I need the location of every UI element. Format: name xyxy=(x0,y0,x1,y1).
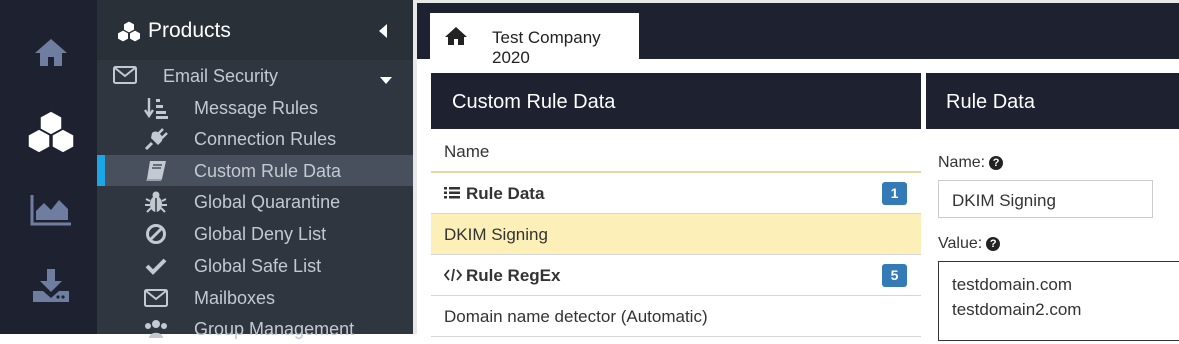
sidebar-item-global-safe-list[interactable]: Global Safe List xyxy=(97,250,413,281)
divider xyxy=(413,0,417,334)
home-icon xyxy=(444,26,468,51)
users-icon xyxy=(143,318,169,340)
list-item-label: Domain name detector (Automatic) xyxy=(444,307,708,326)
sidebar-title: Products xyxy=(148,19,231,42)
sidebar-item-label: Global Quarantine xyxy=(194,192,341,212)
list-item-label: DKIM Signing xyxy=(444,225,548,244)
chevron-down-icon xyxy=(380,77,392,84)
envelope-icon xyxy=(143,287,169,309)
area-chart-icon[interactable] xyxy=(24,183,78,237)
value-textarea[interactable]: testdomain.com testdomain2.com xyxy=(938,261,1179,341)
sidebar-item-global-quarantine[interactable]: Global Quarantine xyxy=(97,186,413,217)
sidebar-item-label: Global Safe List xyxy=(194,256,322,276)
count-badge: 5 xyxy=(882,264,907,287)
section-label: Email Security xyxy=(163,66,279,86)
sidebar-item-connection-rules[interactable]: Connection Rules xyxy=(97,123,413,154)
count-badge: 1 xyxy=(882,182,907,205)
sidebar-item-label: Message Rules xyxy=(194,98,319,118)
check-icon xyxy=(143,255,169,277)
code-icon xyxy=(443,268,463,287)
group-label: Rule RegEx xyxy=(466,266,561,285)
sidebar-header: Products xyxy=(97,0,413,60)
sidebar-item-group-management[interactable]: Group Management xyxy=(97,313,413,344)
group-row-rule-regex[interactable]: Rule RegEx 5 xyxy=(431,255,921,296)
tab-company[interactable]: Test Company 2020 xyxy=(430,13,639,67)
panel-header: Custom Rule Data xyxy=(431,73,921,129)
panel-header: Rule Data xyxy=(926,73,1179,129)
column-header-name: Name xyxy=(444,142,490,161)
envelope-icon xyxy=(113,66,137,89)
sidebar-item-label: Mailboxes xyxy=(194,288,276,308)
section-email-security[interactable]: Email Security xyxy=(97,60,413,92)
value-field-label: Value:? xyxy=(938,235,1001,253)
panel-title: Rule Data xyxy=(946,91,1035,113)
help-icon[interactable]: ? xyxy=(989,156,1004,170)
book-icon xyxy=(143,160,169,182)
ban-icon xyxy=(143,223,169,245)
list-item[interactable]: DKIM Signing xyxy=(431,214,921,255)
plug-icon xyxy=(143,128,169,150)
divider xyxy=(413,0,1179,3)
sidebar-item-mailboxes[interactable]: Mailboxes xyxy=(97,282,413,313)
cubes-icon xyxy=(116,20,142,47)
list-icon xyxy=(444,186,460,205)
sort-list-icon xyxy=(143,97,169,119)
rule-data-panel: Rule Data Name:? DKIM Signing Value:? te… xyxy=(926,73,1179,341)
sidebar-item-global-deny-list[interactable]: Global Deny List xyxy=(97,218,413,249)
products-cubes-icon[interactable] xyxy=(24,104,78,158)
sidebar-item-label: Connection Rules xyxy=(194,129,337,149)
sidebar-item-label: Global Deny List xyxy=(194,224,327,244)
download-icon[interactable] xyxy=(24,258,78,312)
panel-title: Custom Rule Data xyxy=(452,91,616,113)
custom-rule-data-panel: Custom Rule Data Name Rule Data 1 DKIM S… xyxy=(431,73,921,337)
group-label: Rule Data xyxy=(466,184,545,203)
name-label-text: Name: xyxy=(938,154,986,171)
value-label-text: Value: xyxy=(938,235,983,252)
sidebar-item-label: Group Management xyxy=(194,319,355,339)
group-row-rule-data[interactable]: Rule Data 1 xyxy=(431,173,921,214)
list-item[interactable]: Domain name detector (Automatic) xyxy=(431,296,921,337)
home-icon[interactable] xyxy=(24,25,78,79)
help-icon[interactable]: ? xyxy=(986,237,1001,251)
sidebar-item-label: Custom Rule Data xyxy=(194,161,342,181)
column-header: Name xyxy=(431,131,921,173)
name-field-label: Name:? xyxy=(938,154,1004,172)
bug-icon xyxy=(143,191,169,213)
tab-label: Test Company 2020 xyxy=(492,28,601,67)
products-sidebar: Products Email Security Message Rules Co… xyxy=(97,0,413,339)
name-input[interactable]: DKIM Signing xyxy=(938,180,1153,218)
icon-rail xyxy=(0,0,97,334)
collapse-sidebar-icon[interactable] xyxy=(379,24,387,38)
sidebar-item-message-rules[interactable]: Message Rules xyxy=(97,92,413,123)
sidebar-item-custom-rule-data[interactable]: Custom Rule Data xyxy=(97,155,413,186)
